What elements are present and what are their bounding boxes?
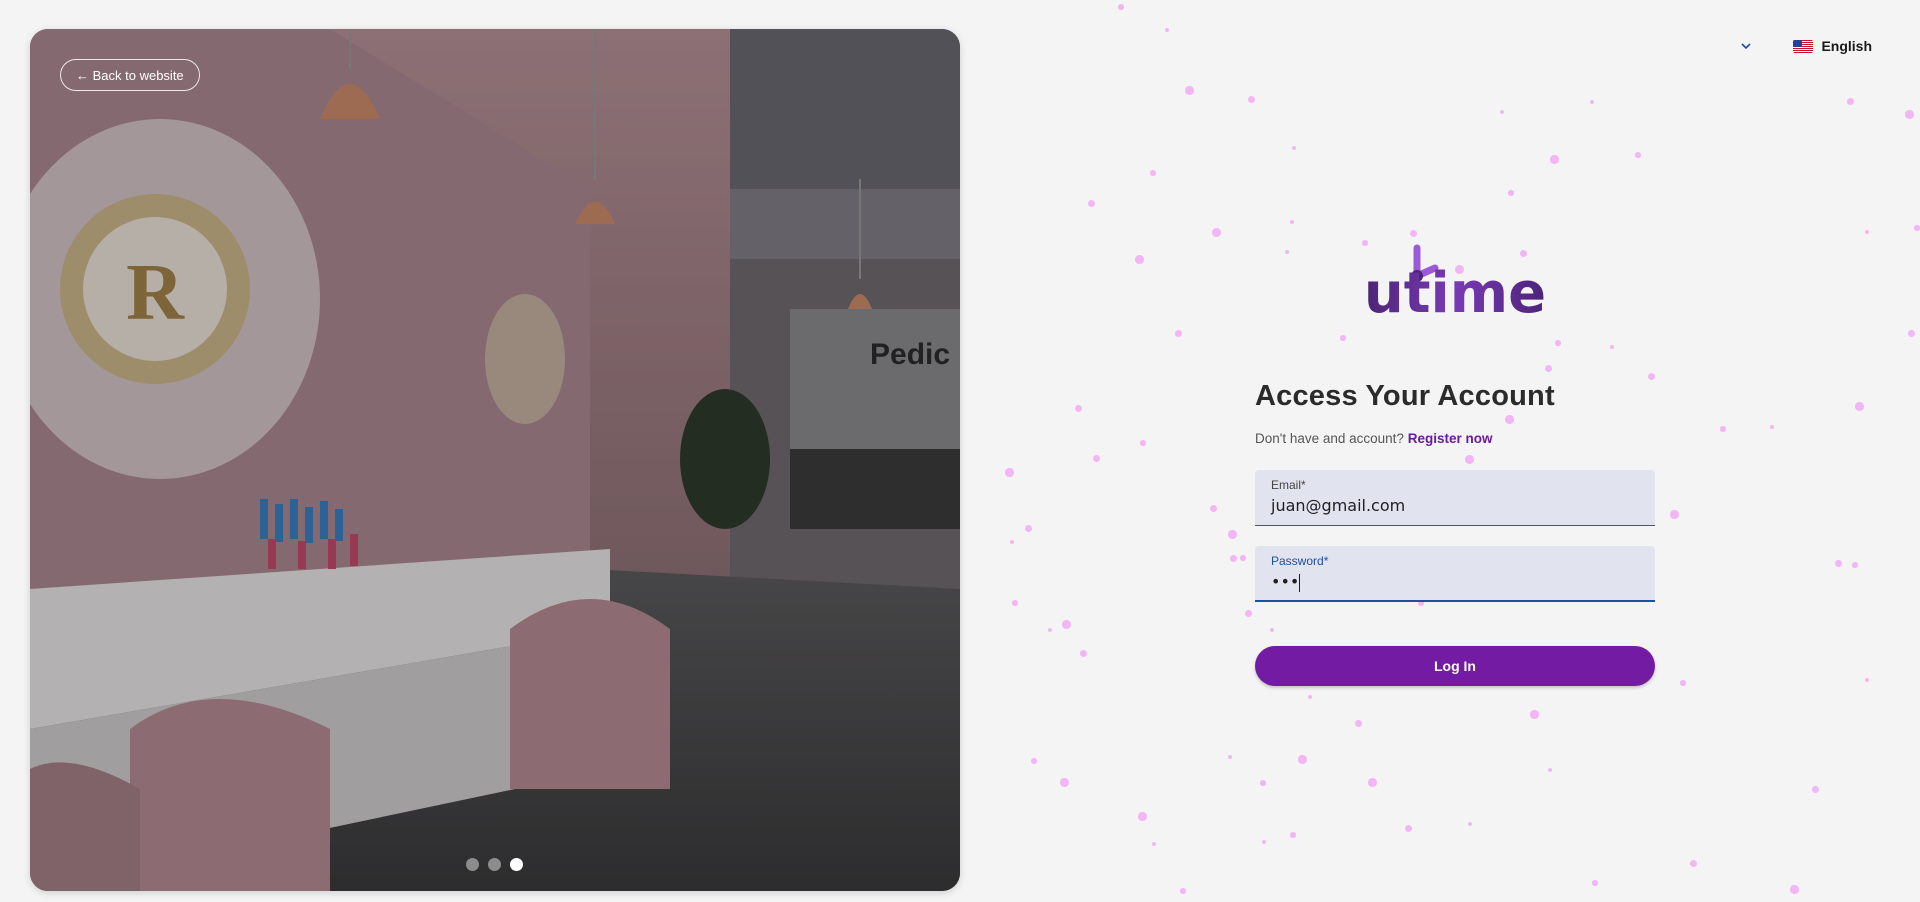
background-dot: [1048, 628, 1052, 632]
background-dot: [1500, 110, 1504, 114]
background-dot: [1770, 425, 1774, 429]
carousel-dot-1[interactable]: [466, 858, 479, 871]
language-label: English: [1821, 38, 1872, 54]
text-cursor: [1299, 573, 1301, 592]
signup-prompt: Don't have and account? Register now: [1255, 431, 1655, 446]
password-label: Password*: [1271, 554, 1329, 568]
background-dot: [1847, 98, 1854, 105]
background-dot: [1010, 540, 1014, 544]
background-dot: [1298, 755, 1307, 764]
background-dot: [1135, 255, 1144, 264]
background-dot: [1290, 832, 1296, 838]
background-dot: [1248, 96, 1255, 103]
background-dot: [1212, 228, 1221, 237]
background-dot: [1548, 768, 1552, 772]
signup-text: Don't have and account?: [1255, 431, 1404, 446]
background-dot: [1550, 155, 1559, 164]
background-dot: [1228, 755, 1232, 759]
salon-photo: R Pedic: [30, 29, 960, 891]
carousel-dot-3[interactable]: [510, 858, 523, 871]
background-dot: [1790, 885, 1799, 894]
background-dot: [1210, 505, 1217, 512]
background-dot: [1680, 680, 1686, 686]
background-dot: [1405, 825, 1412, 832]
carousel-indicators: [466, 858, 523, 871]
background-dot: [1720, 426, 1726, 432]
background-dot: [1140, 440, 1146, 446]
background-dot: [1080, 650, 1087, 657]
password-input[interactable]: •••: [1271, 572, 1639, 592]
background-dot: [1835, 560, 1842, 567]
background-dot: [1260, 780, 1266, 786]
background-dot: [1670, 510, 1679, 519]
background-dot: [1690, 860, 1697, 867]
background-dot: [1185, 86, 1194, 95]
login-button[interactable]: Log In: [1255, 646, 1655, 686]
background-dot: [1093, 455, 1100, 462]
background-dot: [1635, 152, 1641, 158]
background-dot: [1914, 225, 1920, 231]
background-dot: [1592, 880, 1598, 886]
carousel-dot-2[interactable]: [488, 858, 501, 871]
language-selector[interactable]: English: [1735, 38, 1872, 54]
background-dot: [1230, 555, 1237, 562]
background-dot: [1175, 330, 1182, 337]
password-field[interactable]: Password* •••: [1255, 546, 1655, 602]
page-title: Access Your Account: [1255, 380, 1555, 412]
background-dot: [1908, 330, 1915, 337]
background-dot: [1852, 562, 1858, 568]
password-value: •••: [1271, 572, 1300, 591]
background-dot: [1138, 812, 1147, 821]
background-dot: [1290, 220, 1294, 224]
back-to-website-button[interactable]: ← Back to website: [60, 59, 200, 91]
background-dot: [1855, 402, 1864, 411]
register-link[interactable]: Register now: [1408, 431, 1493, 446]
background-dot: [1180, 888, 1186, 894]
background-dot: [1508, 190, 1514, 196]
background-dot: [1865, 678, 1869, 682]
brand-wordmark: utime: [1365, 261, 1545, 320]
background-dot: [1468, 822, 1472, 826]
login-form: utime Access Your Account Don't have and…: [1255, 240, 1655, 686]
background-dot: [1292, 146, 1296, 150]
background-dot: [1062, 620, 1071, 629]
background-dot: [1012, 600, 1018, 606]
background-dot: [1031, 758, 1037, 764]
us-flag-icon: [1793, 39, 1814, 53]
background-dot: [1152, 842, 1156, 846]
background-dot: [1075, 405, 1082, 412]
background-dot: [1165, 28, 1169, 32]
background-dot: [1530, 710, 1539, 719]
background-dot: [1590, 100, 1594, 104]
background-dot: [1060, 778, 1069, 787]
background-dot: [1865, 230, 1869, 234]
email-input[interactable]: juan@gmail.com: [1271, 496, 1639, 515]
background-dot: [1228, 530, 1237, 539]
background-dot: [1308, 695, 1312, 699]
background-dot: [1025, 525, 1032, 532]
background-dot: [1150, 170, 1156, 176]
email-label: Email*: [1271, 478, 1306, 492]
chevron-down-icon[interactable]: [1735, 43, 1757, 49]
background-dot: [1262, 840, 1266, 844]
background-dot: [1088, 200, 1095, 207]
background-dot: [1118, 4, 1124, 10]
utime-logo: utime: [1365, 244, 1545, 320]
background-dot: [1005, 468, 1014, 477]
hero-image-panel: R Pedic ← Back to website: [30, 29, 960, 891]
background-dot: [1240, 555, 1246, 561]
back-to-website-label: ← Back to website: [76, 67, 184, 83]
background-dot: [1410, 230, 1417, 237]
background-dot: [1368, 778, 1377, 787]
background-dot: [1355, 720, 1362, 727]
background-dot: [1812, 786, 1819, 793]
background-dot: [1245, 610, 1252, 617]
email-field[interactable]: Email* juan@gmail.com: [1255, 470, 1655, 526]
background-dot: [1905, 110, 1914, 119]
